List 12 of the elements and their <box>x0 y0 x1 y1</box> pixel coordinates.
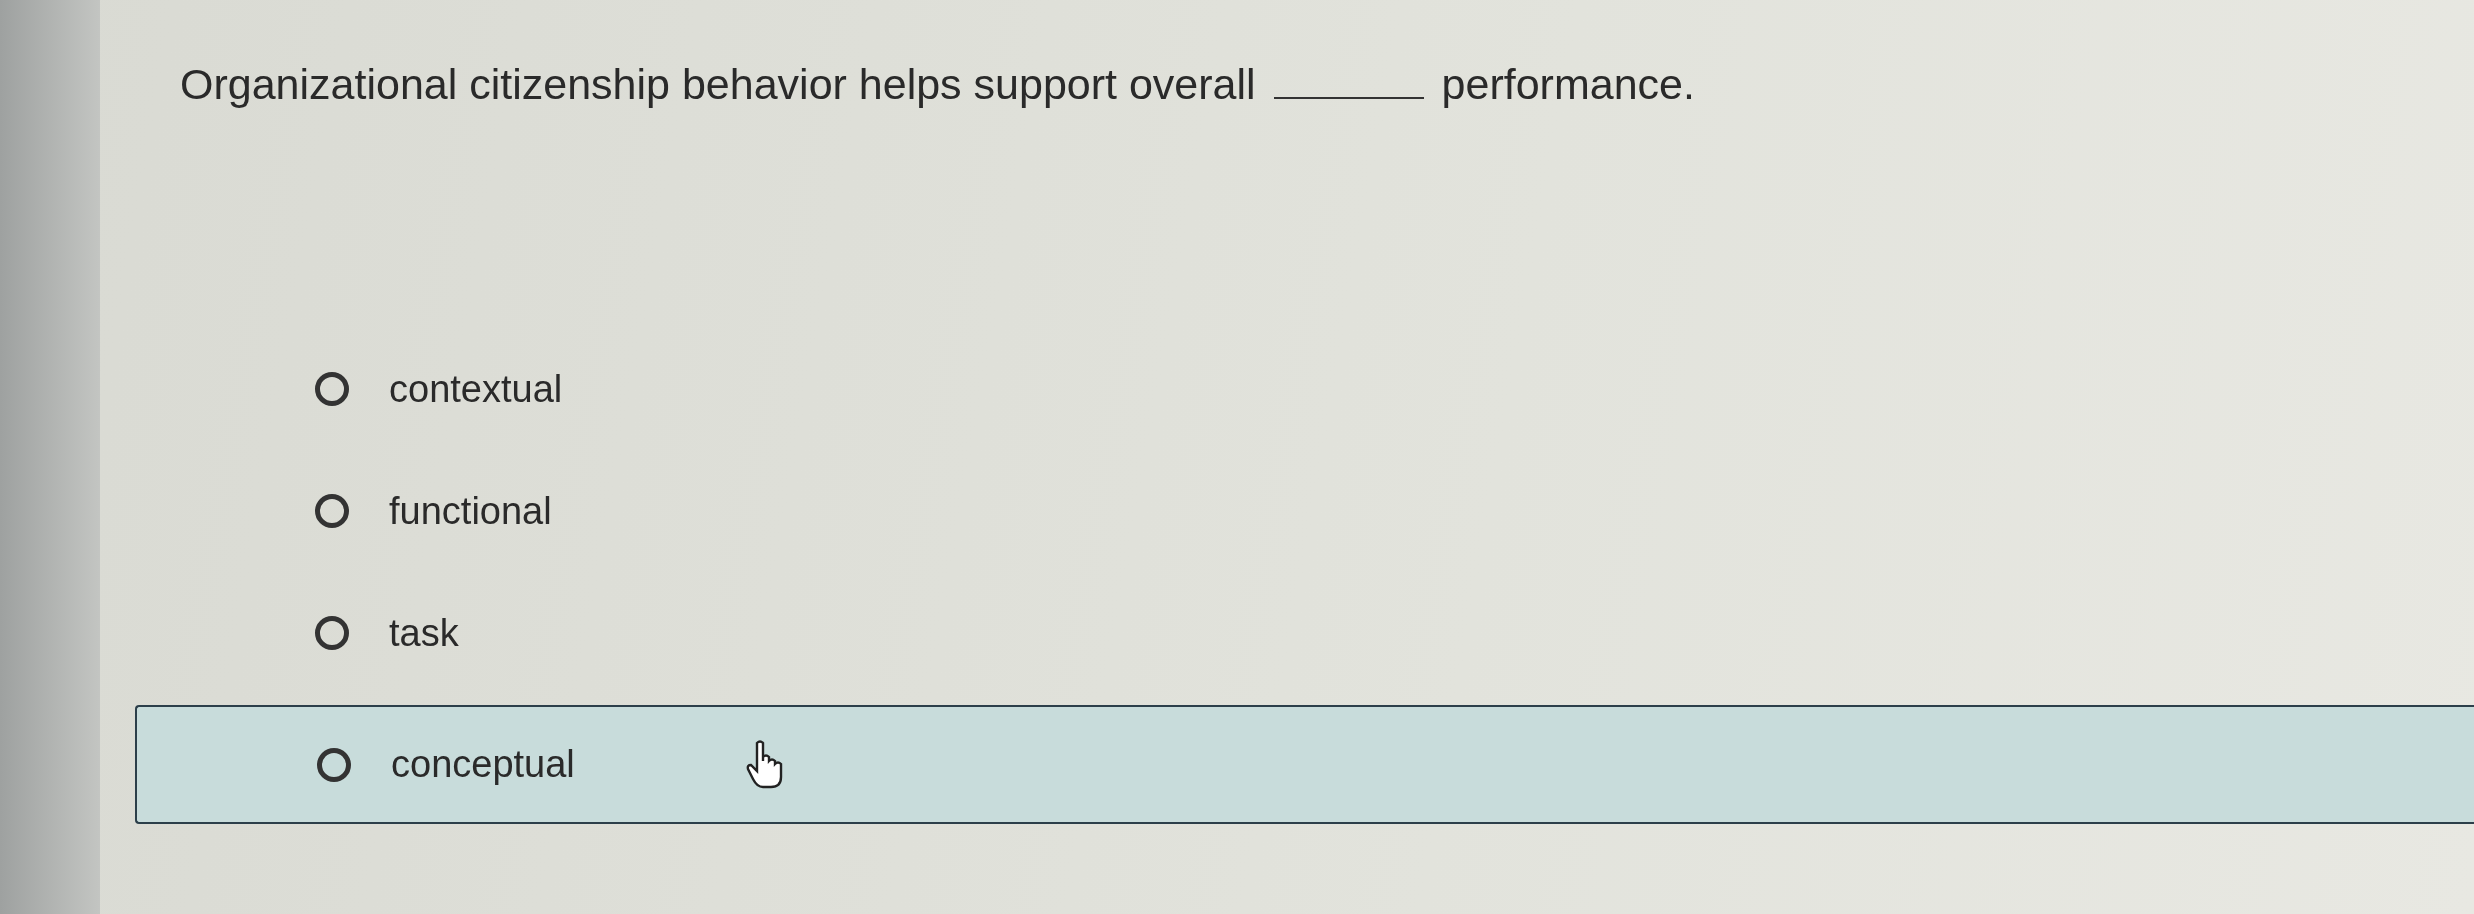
pointer-cursor-icon <box>744 738 785 791</box>
option-label[interactable]: contextual <box>389 367 563 411</box>
radio-button[interactable] <box>315 494 349 528</box>
option-label[interactable]: conceptual <box>391 743 575 786</box>
radio-button[interactable] <box>315 372 349 406</box>
option-label[interactable]: task <box>389 611 459 655</box>
question-text: Organizational citizenship behavior helps support overall <box>180 60 1256 109</box>
radio-button[interactable] <box>317 747 351 782</box>
option-label[interactable]: functional <box>389 489 552 533</box>
question-text: performance. <box>1441 60 1695 109</box>
answer-option-highlighted[interactable]: conceptual <box>135 705 2474 824</box>
radio-button[interactable] <box>315 616 349 650</box>
